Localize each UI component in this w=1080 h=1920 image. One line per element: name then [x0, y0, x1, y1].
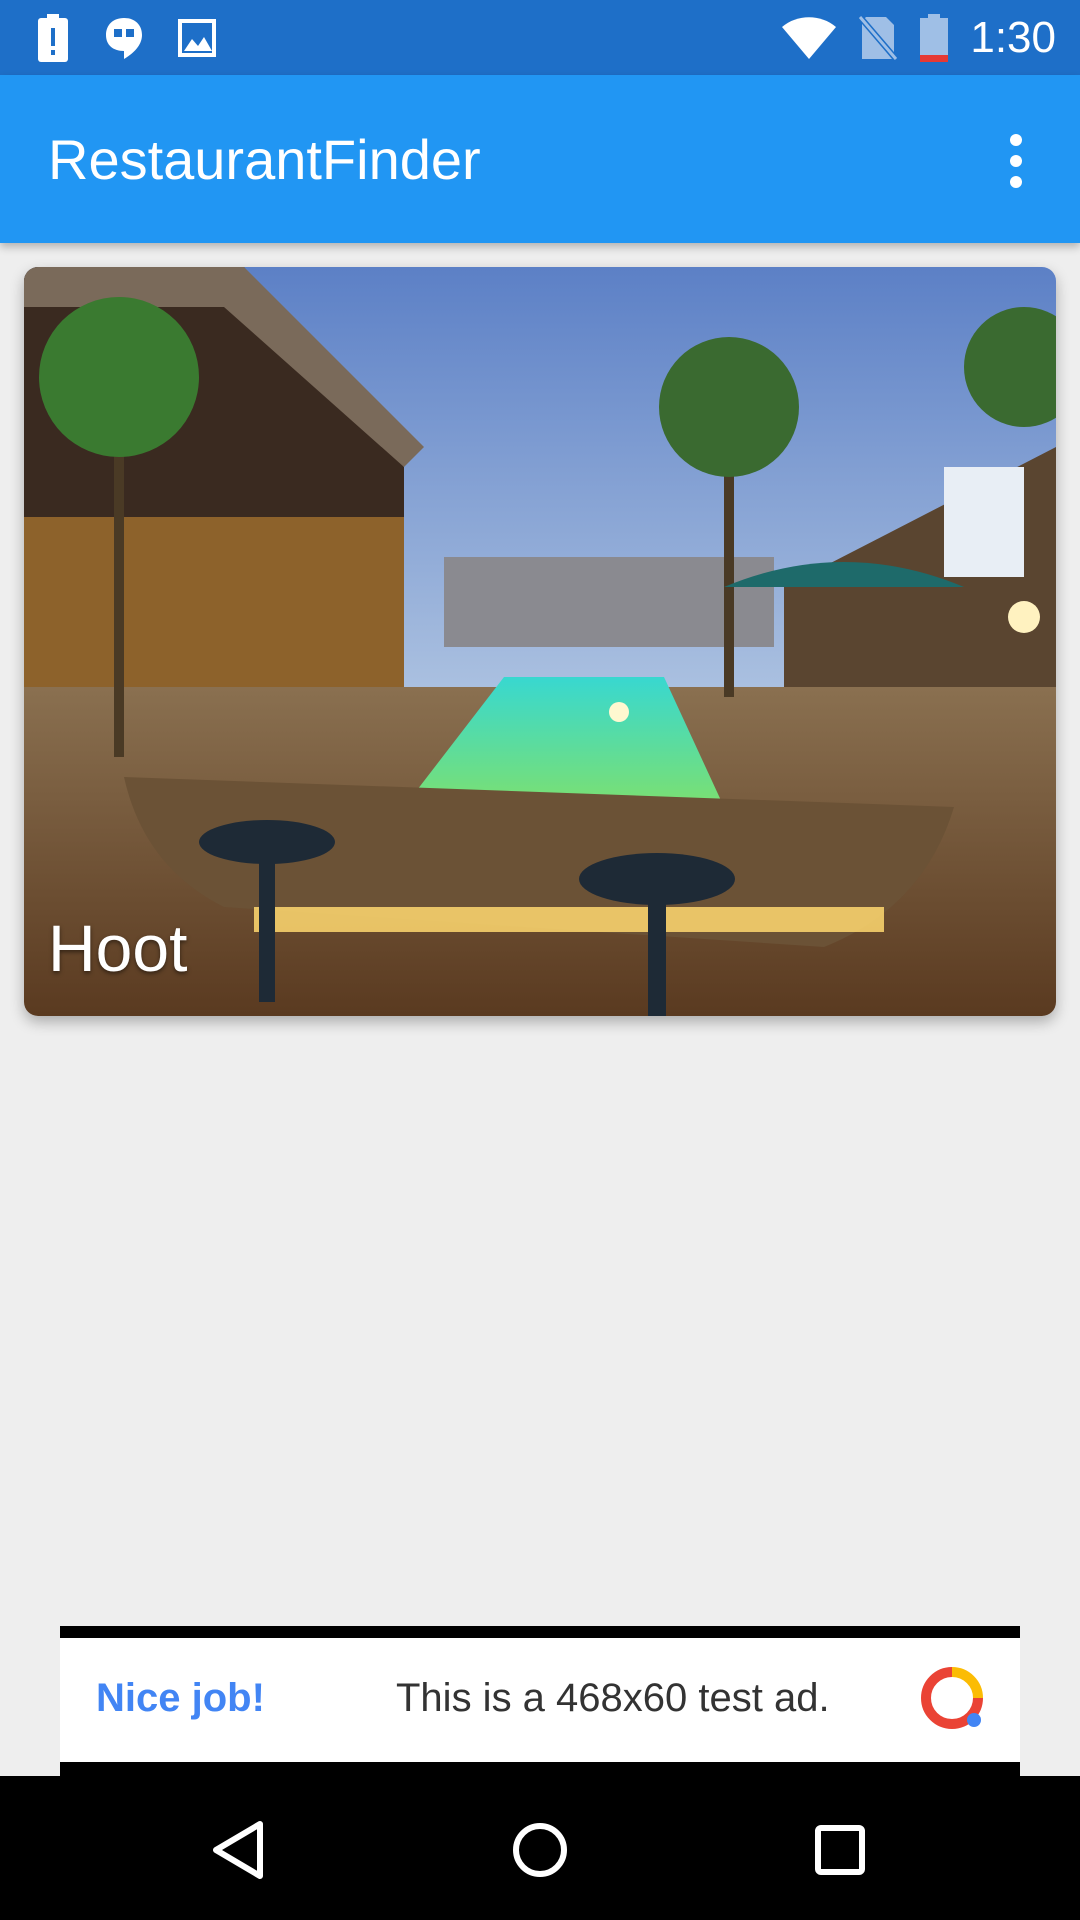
- hangouts-icon: [106, 18, 142, 59]
- restaurant-name: Hoot: [48, 911, 188, 985]
- ad-banner[interactable]: Nice job! This is a 468x60 test ad.: [60, 1626, 1020, 1776]
- more-vert-dot: [1010, 176, 1022, 188]
- ad-label: Nice job!: [96, 1676, 265, 1720]
- alert-icon: [38, 14, 68, 62]
- back-icon[interactable]: [208, 1818, 272, 1882]
- home-icon[interactable]: [508, 1818, 572, 1882]
- more-vert-icon: [1010, 134, 1022, 146]
- more-options-button[interactable]: [980, 125, 1052, 197]
- no-sim-icon: [858, 15, 899, 61]
- clock-time: 1:30: [970, 13, 1056, 62]
- image-icon: [178, 19, 216, 57]
- restaurant-photo: [24, 267, 1056, 1016]
- app-title: RestaurantFinder: [48, 128, 481, 191]
- admob-logo-icon: [921, 1667, 983, 1729]
- ad-message: This is a 468x60 test ad.: [396, 1676, 830, 1720]
- status-right-icons: 1:30: [782, 10, 1056, 66]
- recents-icon[interactable]: [808, 1818, 872, 1882]
- battery-low-icon: [920, 14, 949, 62]
- status-bar: 1:30: [0, 0, 1080, 75]
- app-bar: RestaurantFinder: [0, 75, 1080, 243]
- restaurant-card[interactable]: Hoot: [24, 267, 1056, 1016]
- more-vert-dot: [1010, 155, 1022, 167]
- status-left-icons: [36, 14, 216, 62]
- navigation-bar: [0, 1776, 1080, 1920]
- wifi-icon: [782, 17, 837, 59]
